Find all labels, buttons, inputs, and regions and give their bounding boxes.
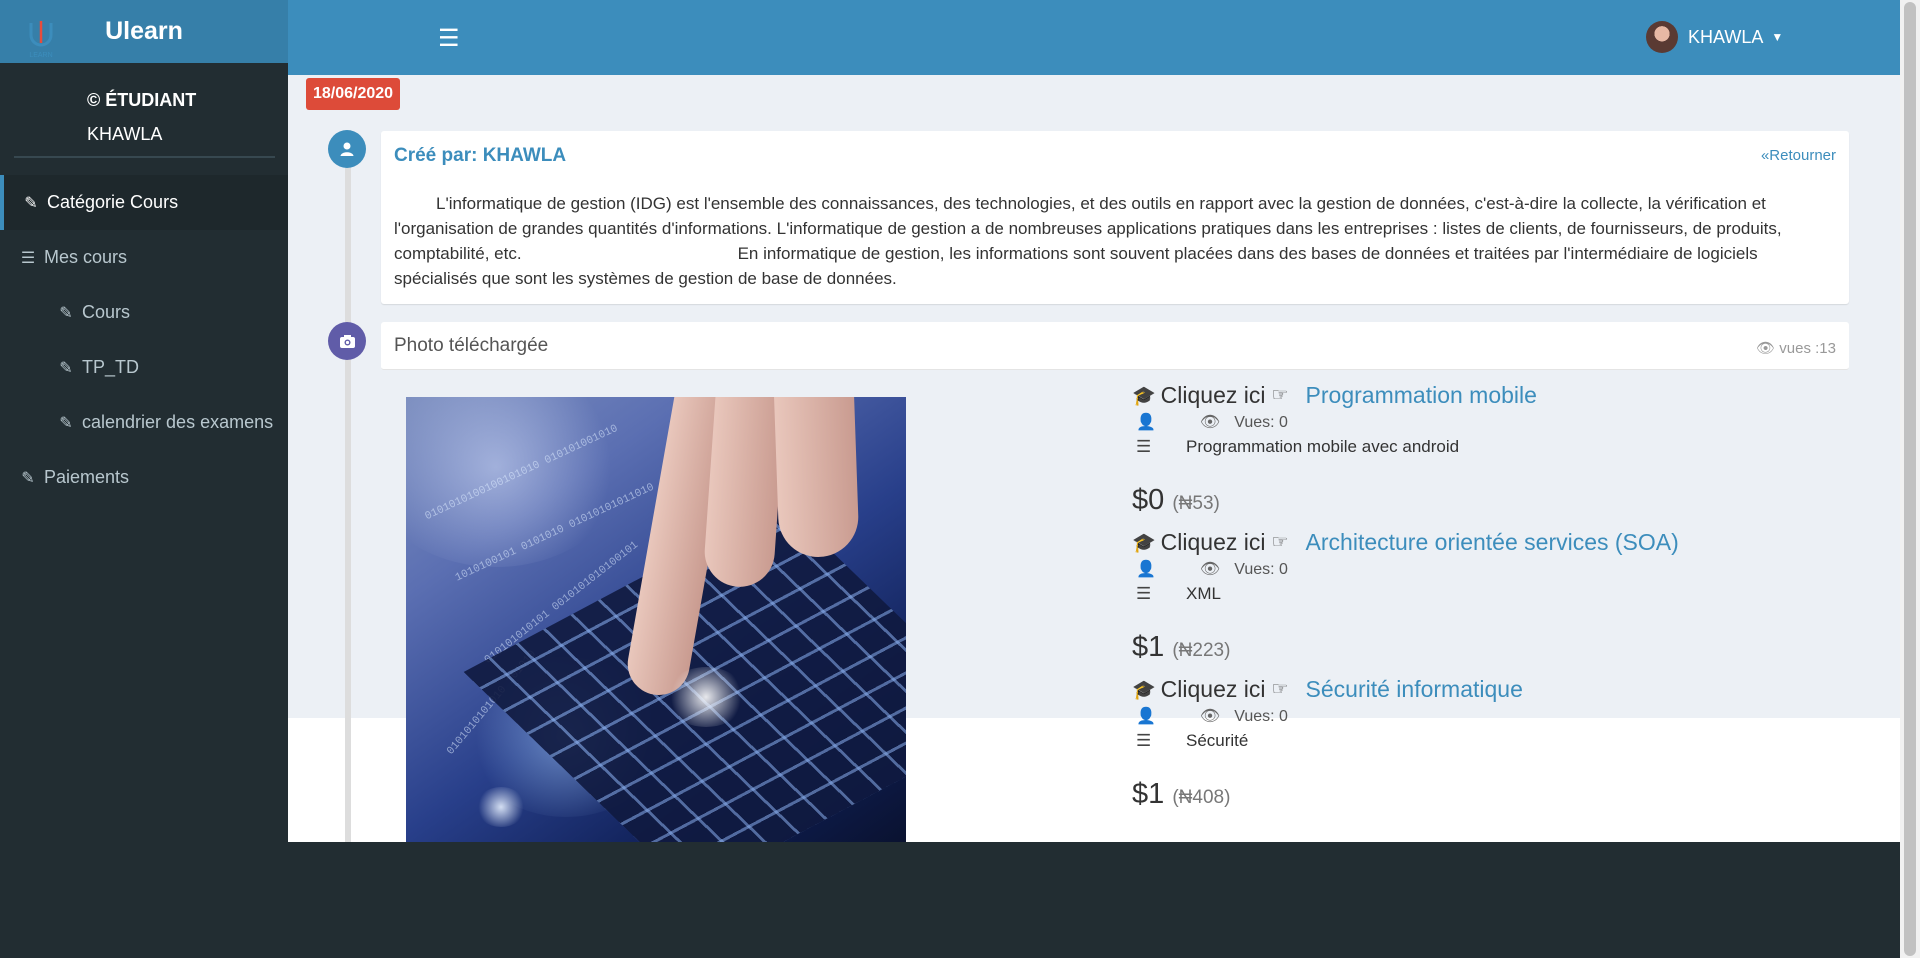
post-paragraph: En informatique de gestion, les informat… <box>394 244 1758 288</box>
course-price-alt: (₦408) <box>1172 787 1231 808</box>
sidebar-divider <box>14 156 275 158</box>
ulearn-logo-icon: LEARN <box>29 21 53 59</box>
avatar <box>1646 21 1678 53</box>
sidebar-item-paiements[interactable]: ✎ Paiements <box>0 450 288 505</box>
course-title-link[interactable]: Sécurité informatique <box>1306 676 1523 703</box>
list-item: 🎓 Cliquez ici ☞ Sécurité informatique 👤 … <box>1132 676 1852 823</box>
course-views: Vues: 0 <box>1234 414 1288 431</box>
photo-views: 👁 vues :13 <box>1756 340 1836 357</box>
course-cta: Cliquez ici <box>1160 382 1266 408</box>
sidebar-item-tp-td[interactable]: ✎ TP_TD <box>0 340 288 395</box>
hand-pointer-icon: ☞ <box>1271 385 1289 406</box>
edit-icon: ✎ <box>24 194 38 212</box>
user-menu-dropdown[interactable]: KHAWLA ▼ <box>1646 21 1783 53</box>
course-views: Vues: 0 <box>1234 708 1288 725</box>
sidebar-item-mes-cours[interactable]: ☰ Mes cours <box>0 230 288 285</box>
database-icon: ☰ <box>1136 437 1152 456</box>
course-views: Vues: 0 <box>1234 561 1288 578</box>
sidebar-item-cours[interactable]: ✎ Cours <box>0 285 288 340</box>
menu-toggle-icon[interactable]: ☰ <box>438 24 460 53</box>
sidebar-menu: ✎ Catégorie Cours ☰ Mes cours ✎ Cours ✎ … <box>0 175 288 505</box>
course-price: $0 (₦53) <box>1132 484 1220 516</box>
edit-icon: ✎ <box>21 469 35 487</box>
course-price-alt: (₦53) <box>1172 493 1220 514</box>
vertical-scrollbar[interactable] <box>1900 0 1920 958</box>
eye-icon: 👁 <box>1199 414 1221 431</box>
sidebar-item-label: Paiements <box>44 467 130 487</box>
user-icon: 👤 <box>1136 708 1156 725</box>
edit-icon: ✎ <box>59 304 73 322</box>
user-role: © ÉTUDIANT <box>87 90 197 110</box>
course-price: $1 (₦223) <box>1132 631 1231 663</box>
timeline-date-badge: 18/06/2020 <box>306 78 401 110</box>
user-icon <box>328 130 366 168</box>
user-icon: 👤 <box>1136 561 1156 578</box>
user-icon: 👤 <box>1136 414 1156 431</box>
sidebar: Ulearn LEARN © ÉTUDIANT KHAWLA ✎ Catégor… <box>0 0 288 842</box>
graduation-cap-icon: 🎓 <box>1132 532 1156 554</box>
post-body: L'informatique de gestion (IDG) est l'en… <box>394 191 1839 291</box>
eye-icon: 👁 <box>1199 708 1221 725</box>
sidebar-item-label: TP_TD <box>82 357 140 377</box>
eye-icon: 👁 <box>1756 340 1776 357</box>
sidebar-item-label: Catégorie Cours <box>47 192 179 212</box>
uploaded-photo[interactable]: 0101010100100101010 010101001010 1010100… <box>406 397 906 842</box>
course-title-link[interactable]: Architecture orientée services (SOA) <box>1306 529 1679 556</box>
sidebar-item-label: Mes cours <box>44 247 128 267</box>
post-card: Créé par: KHAWLA «Retourner L'informatiq… <box>381 131 1849 304</box>
post-author: Créé par: KHAWLA <box>394 145 567 166</box>
back-link[interactable]: «Retourner <box>1761 147 1836 164</box>
course-price: $1 (₦408) <box>1132 778 1231 810</box>
sidebar-item-categorie-cours[interactable]: ✎ Catégorie Cours <box>0 175 288 230</box>
graduation-cap-icon: 🎓 <box>1132 385 1156 407</box>
list-icon: ☰ <box>20 249 36 267</box>
edit-icon: ✎ <box>59 359 73 377</box>
hand-pointer-icon: ☞ <box>1271 679 1289 700</box>
database-icon: ☰ <box>1136 731 1152 750</box>
timeline-line <box>345 130 351 842</box>
eye-icon: 👁 <box>1199 561 1221 578</box>
edit-icon: ✎ <box>59 414 73 432</box>
photo-title: Photo téléchargée <box>394 335 549 356</box>
hand-pointer-icon: ☞ <box>1271 532 1289 553</box>
course-description: XML <box>1186 584 1221 603</box>
logo-text: LEARN <box>29 52 52 59</box>
course-list: 🎓 Cliquez ici ☞ Programmation mobile 👤 👁… <box>1132 382 1852 823</box>
course-title-link[interactable]: Programmation mobile <box>1306 382 1537 409</box>
course-description: Sécurité <box>1186 731 1249 750</box>
photo-card-header: Photo téléchargée 👁 vues :13 <box>381 322 1849 370</box>
sidebar-item-label: calendrier des examens <box>82 412 274 432</box>
list-item: 🎓 Cliquez ici ☞ Architecture orientée se… <box>1132 529 1852 676</box>
graduation-cap-icon: 🎓 <box>1132 679 1156 701</box>
header-user-name: KHAWLA <box>1688 26 1764 47</box>
course-cta: Cliquez ici <box>1160 676 1266 702</box>
caret-down-icon: ▼ <box>1771 30 1784 44</box>
top-navbar: ☰ KHAWLA ▼ <box>288 0 1900 75</box>
sidebar-item-calendrier[interactable]: ✎ calendrier des examens <box>0 395 288 450</box>
database-icon: ☰ <box>1136 584 1152 603</box>
course-description: Programmation mobile avec android <box>1186 437 1460 456</box>
list-item: 🎓 Cliquez ici ☞ Programmation mobile 👤 👁… <box>1132 382 1852 529</box>
sidebar-item-label: Cours <box>82 302 131 322</box>
course-price-alt: (₦223) <box>1172 640 1231 661</box>
course-cta: Cliquez ici <box>1160 529 1266 555</box>
camera-icon <box>328 322 366 360</box>
user-name: KHAWLA <box>87 124 163 144</box>
